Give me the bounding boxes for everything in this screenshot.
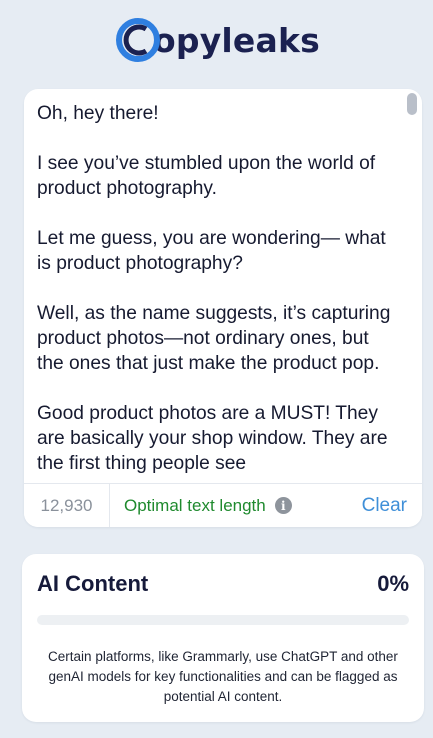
character-count: 12,930: [24, 484, 110, 527]
editor-paragraph: Let me guess, you are wondering— what is…: [37, 228, 386, 274]
ai-content-progress-bar: [37, 615, 409, 625]
editor-scrollbar[interactable]: [406, 93, 418, 479]
ai-content-note: Certain platforms, like Grammarly, use C…: [48, 649, 398, 704]
editor-paragraph: Well, as the name suggests, it’s capturi…: [37, 303, 391, 374]
length-status: Optimal text length i: [124, 496, 292, 516]
text-editor[interactable]: Oh, hey there! I see you’ve stumbled upon…: [24, 89, 422, 527]
editor-paragraph: I see you’ve stumbled upon the world of …: [37, 153, 376, 199]
copyleaks-logo: opyleaks: [0, 10, 433, 70]
info-circle-icon[interactable]: i: [274, 497, 292, 514]
scrollbar-thumb[interactable]: [407, 93, 417, 115]
ai-content-title: AI Content: [37, 571, 149, 596]
ai-content-percent: 0%: [377, 571, 409, 596]
editor-paragraph: Oh, hey there!: [37, 103, 159, 124]
editor-paragraph: Good product photos are a MUST! They are…: [37, 403, 388, 474]
ai-content-card: AI Content 0% Certain platforms, like Gr…: [22, 554, 424, 722]
length-status-label: Optimal text length: [124, 495, 266, 515]
editor-footer: 12,930 Optimal text length i Clear: [24, 483, 422, 527]
logo-text: opyleaks: [153, 20, 320, 60]
clear-button[interactable]: Clear: [362, 495, 407, 517]
editor-text-area[interactable]: Oh, hey there! I see you’ve stumbled upon…: [37, 101, 399, 483]
logo-ring-icon: [113, 15, 163, 65]
